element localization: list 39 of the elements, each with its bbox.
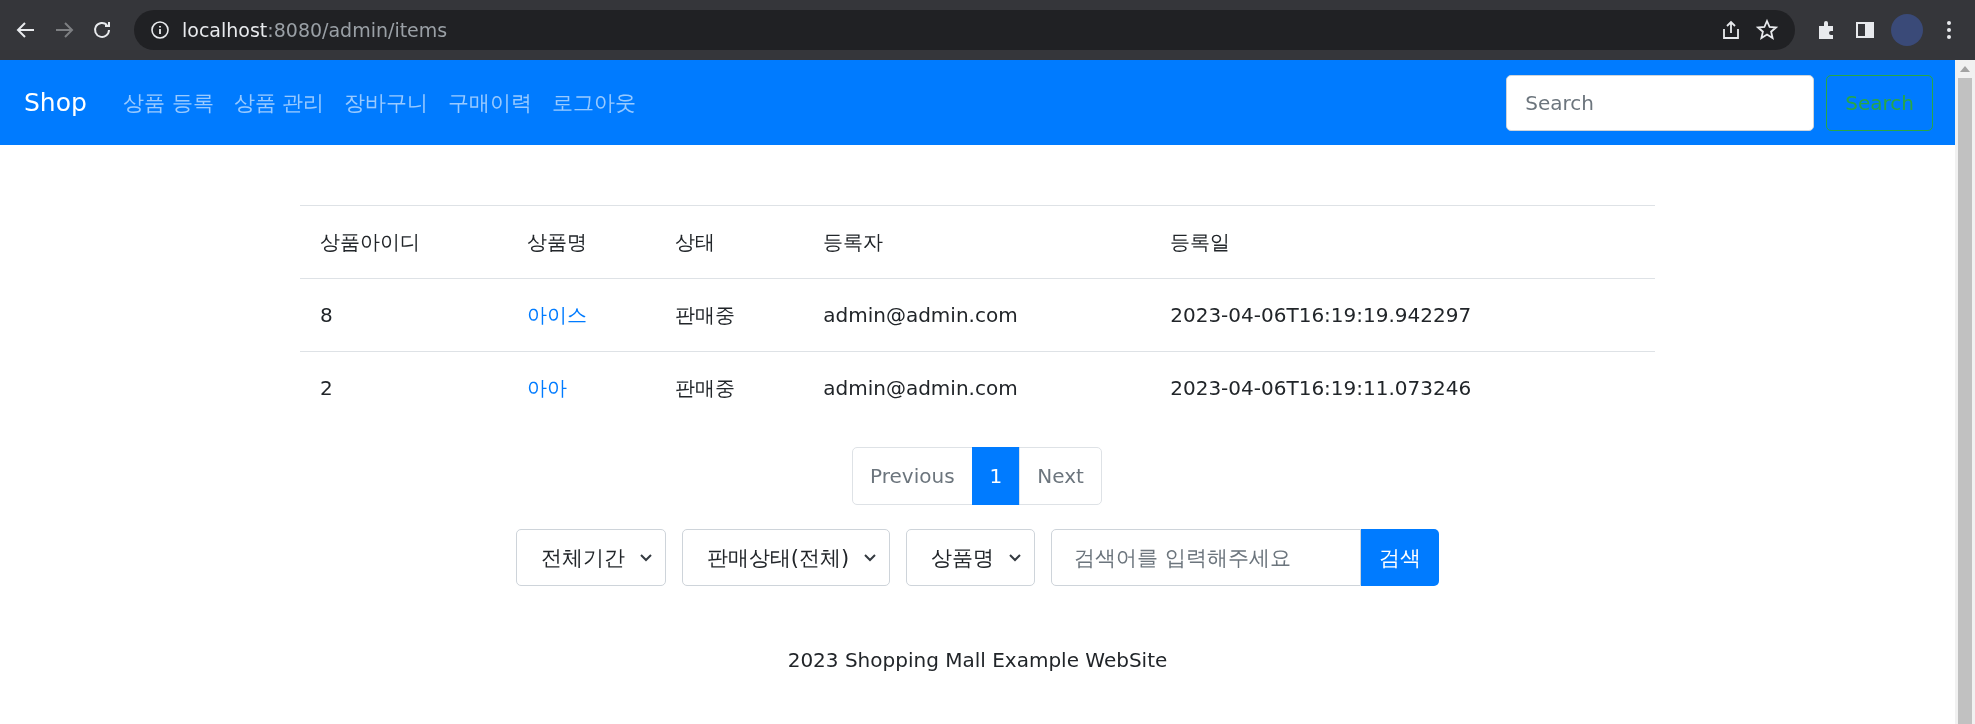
info-icon[interactable] <box>150 20 170 40</box>
item-name-link[interactable]: 아이스 <box>527 302 588 327</box>
column-header: 상품명 <box>507 205 656 279</box>
filter-select[interactable]: 상품명 <box>906 529 1036 586</box>
chevron-down-icon <box>863 552 878 563</box>
table-cell: admin@admin.com <box>803 278 1151 352</box>
search-button[interactable]: 검색 <box>1361 529 1440 586</box>
table-cell: 8 <box>300 278 508 352</box>
address-bar[interactable]: localhost:8080/admin/items <box>134 10 1795 50</box>
column-header: 등록일 <box>1150 205 1655 279</box>
scrollbar[interactable] <box>1955 60 1975 724</box>
table-cell: 2 <box>300 351 508 424</box>
table-cell: 판매중 <box>655 278 804 352</box>
page-link[interactable]: Previous <box>852 447 973 505</box>
page-link[interactable]: Next <box>1019 447 1102 505</box>
table-cell: 2023-04-06T16:19:19.942297 <box>1150 278 1655 352</box>
item-name-link[interactable]: 아아 <box>527 375 568 400</box>
footer-text: 2023 Shopping Mall Example WebSite <box>786 648 1169 672</box>
nav-link[interactable]: 장바구니 <box>344 88 429 117</box>
chevron-down-icon <box>1008 552 1023 563</box>
column-header: 등록자 <box>803 205 1151 279</box>
table-cell: admin@admin.com <box>803 351 1151 424</box>
nav-link[interactable]: 구매이력 <box>448 88 533 117</box>
star-icon[interactable] <box>1755 18 1779 42</box>
url-text: localhost:8080/admin/items <box>182 19 448 41</box>
table-cell: 2023-04-06T16:19:11.073246 <box>1150 351 1655 424</box>
table-cell: 판매중 <box>655 351 804 424</box>
brand-link[interactable]: Shop <box>24 88 87 117</box>
keyword-field[interactable]: 검색어를 입력해주세요 <box>1051 529 1362 586</box>
page-link[interactable]: 1 <box>971 447 1021 505</box>
search-field[interactable]: Search <box>1506 74 1815 131</box>
filter-select[interactable]: 전체기간 <box>515 529 666 586</box>
nav-link[interactable]: 로그아웃 <box>552 88 637 117</box>
nav-link[interactable]: 상품 등록 <box>122 88 214 117</box>
column-header: 상품아이디 <box>300 205 508 279</box>
chevron-down-icon <box>638 552 653 563</box>
column-header: 상태 <box>655 205 804 279</box>
nav-link[interactable]: 상품 관리 <box>233 88 325 117</box>
filter-select[interactable]: 판매상태(전체) <box>681 529 891 586</box>
